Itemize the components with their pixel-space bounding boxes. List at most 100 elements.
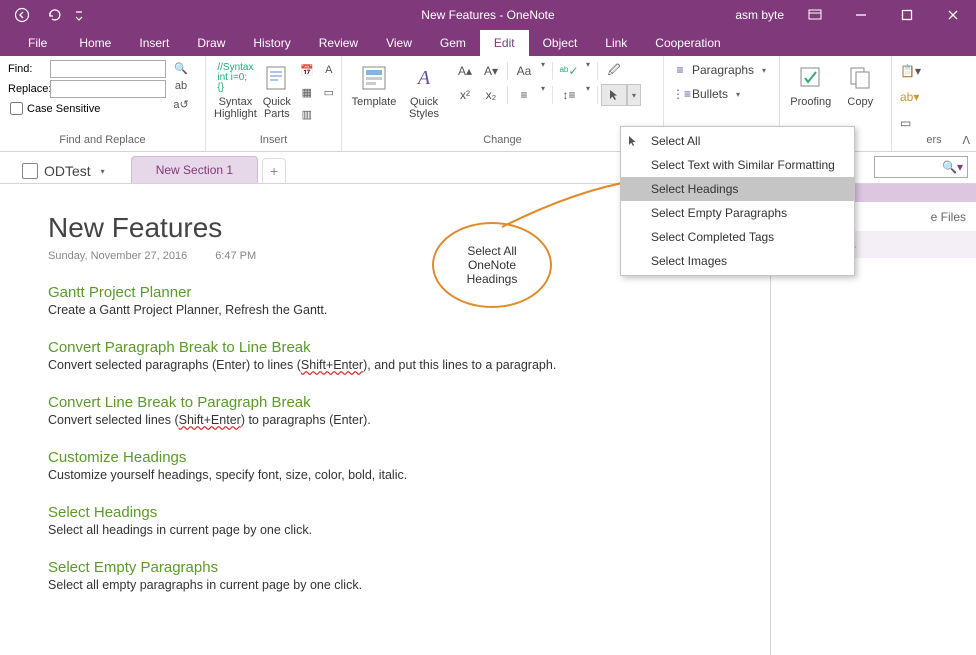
insert-small-1[interactable]: 📅 [297, 60, 317, 80]
ribbon-options-button[interactable] [792, 0, 838, 30]
heading-3[interactable]: Customize Headings [48, 449, 770, 466]
copy-icon [844, 62, 876, 94]
menu-bar: File Home Insert Draw History Review Vie… [0, 30, 976, 56]
other-small-1[interactable]: 📋▾ [900, 60, 921, 82]
tab-file[interactable]: File [10, 30, 65, 56]
insert-small-5[interactable]: ▥ [297, 104, 317, 124]
group-find-replace: Find: Replace: Case Sensitive 🔍 ab a↺ Fi… [0, 56, 206, 151]
section-tab[interactable]: New Section 1 [131, 156, 258, 183]
align-icon[interactable]: ≡ [511, 84, 537, 106]
template-button[interactable]: Template [350, 60, 398, 126]
add-section-button[interactable]: + [262, 158, 286, 183]
format-paint-icon[interactable]: 🖉 [601, 60, 627, 82]
bullets-button[interactable]: ⋮≡Bullets▾ [672, 84, 744, 104]
chevron-down-icon: ▾ [97, 167, 109, 176]
replace-one-icon[interactable]: ab [172, 78, 190, 94]
close-button[interactable] [930, 0, 976, 30]
tab-history[interactable]: History [239, 30, 304, 56]
bullets-icon: ⋮≡ [672, 87, 688, 101]
select-button-dropdown[interactable]: ▾ [627, 84, 641, 106]
tab-review[interactable]: Review [305, 30, 372, 56]
quick-styles-icon: A [408, 62, 440, 94]
menu-select-all[interactable]: Select All [621, 129, 854, 153]
para-0[interactable]: Create a Gantt Project Planner, Refresh … [48, 303, 770, 317]
find-input[interactable] [50, 60, 166, 78]
syntax-highlight-button[interactable]: //Syntaxint i=0;{} Syntax Highlight [214, 60, 257, 126]
proofing-button[interactable]: Proofing [788, 60, 834, 126]
para-1[interactable]: Convert selected paragraphs (Enter) to l… [48, 358, 770, 372]
tab-edit[interactable]: Edit [480, 30, 529, 56]
group-insert: //Syntaxint i=0;{} Syntax Highlight Quic… [206, 56, 342, 151]
page-time: 6:47 PM [215, 250, 256, 262]
menu-select-empty-paragraphs[interactable]: Select Empty Paragraphs [621, 201, 854, 225]
heading-4[interactable]: Select Headings [48, 504, 770, 521]
find-next-icon[interactable]: 🔍 [172, 60, 190, 76]
undo-button[interactable] [40, 1, 68, 29]
replace-label: Replace: [8, 83, 50, 95]
decrease-font-icon[interactable]: A▾ [478, 60, 504, 82]
template-icon [358, 62, 390, 94]
subscript-icon[interactable]: x₂ [478, 84, 504, 106]
insert-small-3[interactable]: ▦ [297, 82, 317, 102]
qat-customize[interactable] [72, 1, 86, 29]
menu-select-headings[interactable]: Select Headings [621, 177, 854, 201]
spellcheck-icon[interactable]: ᵃᵇ✓ [556, 60, 582, 82]
title-bar: New Features - OneNote asm byte [0, 0, 976, 30]
heading-1[interactable]: Convert Paragraph Break to Line Break [48, 339, 770, 356]
para-5[interactable]: Select all empty paragraphs in current p… [48, 578, 770, 592]
user-name[interactable]: asm byte [735, 8, 784, 22]
heading-0[interactable]: Gantt Project Planner [48, 284, 770, 301]
syntax-icon: //Syntaxint i=0;{} [219, 62, 251, 94]
back-button[interactable] [8, 1, 36, 29]
search-box[interactable]: 🔍▾ [874, 156, 968, 178]
annotation-callout: Select All OneNote Headings [432, 222, 552, 308]
other-small-3[interactable]: ▭ [900, 112, 911, 134]
para-2[interactable]: Convert selected lines (Shift+Enter) to … [48, 413, 770, 427]
copy-button[interactable]: Copy [838, 60, 884, 126]
proofing-icon [795, 62, 827, 94]
linespacing-icon[interactable]: ↕≡ [556, 84, 582, 106]
quick-parts-icon [261, 62, 293, 94]
group-label-ers: ers [900, 134, 968, 149]
increase-font-icon[interactable]: A▴ [452, 60, 478, 82]
tab-home[interactable]: Home [65, 30, 125, 56]
other-small-2[interactable]: ab▾ [900, 86, 919, 108]
heading-5[interactable]: Select Empty Paragraphs [48, 559, 770, 576]
notebook-selector[interactable]: ODTest ▾ [14, 159, 117, 183]
tab-gem[interactable]: Gem [426, 30, 480, 56]
collapse-ribbon-icon[interactable]: ᐱ [962, 134, 970, 147]
group-label-insert: Insert [214, 134, 333, 149]
minimize-button[interactable] [838, 0, 884, 30]
superscript-icon[interactable]: x² [452, 84, 478, 106]
menu-select-completed-tags[interactable]: Select Completed Tags [621, 225, 854, 249]
para-3[interactable]: Customize yourself headings, specify fon… [48, 468, 770, 482]
group-change: Template A Quick Styles A▴ A▾ Aa▾ ᵃᵇ✓▾ [342, 56, 664, 151]
notebook-icon [22, 163, 38, 179]
maximize-button[interactable] [884, 0, 930, 30]
quick-styles-button[interactable]: A Quick Styles [400, 60, 448, 126]
menu-select-similar[interactable]: Select Text with Similar Formatting [621, 153, 854, 177]
quick-parts-button[interactable]: Quick Parts [261, 60, 293, 126]
paragraphs-icon: ≡ [672, 63, 688, 77]
tab-view[interactable]: View [372, 30, 426, 56]
tab-cooperation[interactable]: Cooperation [641, 30, 734, 56]
tab-link[interactable]: Link [591, 30, 641, 56]
tab-insert[interactable]: Insert [125, 30, 183, 56]
heading-2[interactable]: Convert Line Break to Paragraph Break [48, 394, 770, 411]
search-icon: 🔍▾ [942, 160, 963, 174]
page-date: Sunday, November 27, 2016 [48, 250, 187, 262]
insert-small-2[interactable]: A [319, 60, 339, 80]
replace-all-icon[interactable]: a↺ [172, 96, 190, 112]
tab-draw[interactable]: Draw [183, 30, 239, 56]
menu-select-images[interactable]: Select Images [621, 249, 854, 273]
tab-object[interactable]: Object [529, 30, 592, 56]
cursor-icon [627, 135, 639, 147]
replace-input[interactable] [50, 80, 166, 98]
para-4[interactable]: Select all headings in current page by o… [48, 523, 770, 537]
insert-small-4[interactable]: ▭ [319, 82, 339, 102]
change-case-icon[interactable]: Aa [511, 60, 537, 82]
find-label: Find: [8, 63, 50, 75]
paragraphs-button[interactable]: ≡Paragraphs▾ [672, 60, 770, 80]
case-sensitive-checkbox[interactable]: Case Sensitive [10, 102, 166, 115]
select-button[interactable] [601, 84, 627, 106]
